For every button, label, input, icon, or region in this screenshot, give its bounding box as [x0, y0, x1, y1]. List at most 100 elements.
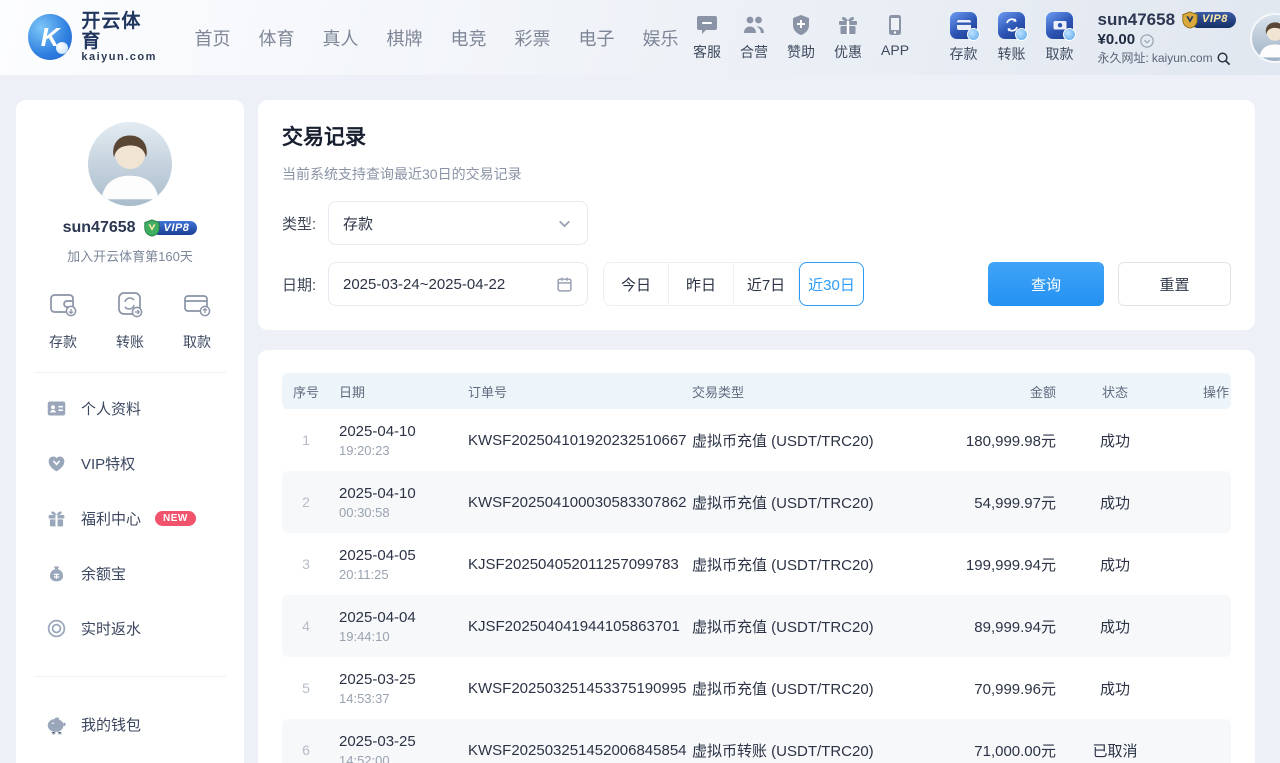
type-select[interactable]: 存款	[328, 201, 588, 245]
nav-item[interactable]: 体育	[259, 25, 295, 51]
row-transaction-type: 虚拟币转账 (USDT/TRC20)	[680, 740, 938, 761]
row-status: 成功	[1056, 678, 1174, 699]
topbar-link-APP[interactable]: APP	[877, 13, 914, 62]
promo-gift-icon	[836, 13, 860, 37]
topbar-link-赞助[interactable]: 赞助	[783, 13, 820, 62]
vip-shield-icon	[143, 219, 161, 237]
quick-date-今日[interactable]: 今日	[604, 263, 669, 305]
row-index: 6	[282, 742, 330, 758]
sidebar-item-福利中心[interactable]: 福利中心NEW	[46, 491, 214, 546]
sidebar-menu: 个人资料VIP特权福利中心NEW余额宝实时返水	[16, 373, 244, 656]
site-logo[interactable]: K 开云体育 kaiyun.com	[28, 12, 159, 63]
rebate-icon	[46, 618, 67, 639]
row-transaction-type: 虚拟币充值 (USDT/TRC20)	[680, 492, 938, 513]
row-order-number: KWSF202504100030583307862	[458, 494, 680, 511]
sidebar-action-取款[interactable]: 取款	[182, 289, 212, 352]
yuebao-icon	[46, 563, 67, 584]
nav-item[interactable]: 首页	[195, 25, 231, 51]
new-badge: NEW	[155, 511, 196, 526]
topbar-wallet-转账[interactable]: 转账	[992, 12, 1032, 64]
sidebar-action-存款[interactable]: 存款	[48, 289, 78, 352]
nav-item[interactable]: 真人	[323, 25, 359, 51]
table-row: 12025-04-1019:20:23KWSF20250410192023251…	[282, 409, 1231, 471]
user-avatar[interactable]	[1250, 13, 1280, 63]
row-transaction-type: 虚拟币充值 (USDT/TRC20)	[680, 430, 938, 451]
type-label: 类型:	[282, 213, 328, 234]
row-date: 2025-03-2514:52:00	[330, 733, 458, 763]
table-body: 12025-04-1019:20:23KWSF20250410192023251…	[282, 409, 1231, 763]
vip-shield-icon	[1181, 11, 1199, 29]
search-button[interactable]: 查询	[988, 262, 1104, 306]
nav-item[interactable]: 棋牌	[387, 25, 423, 51]
sidebar-divider	[34, 676, 226, 677]
row-amount: 199,999.94元	[938, 554, 1056, 575]
reset-button[interactable]: 重置	[1118, 262, 1231, 306]
nav-item[interactable]: 彩票	[515, 25, 551, 51]
topbar-link-客服[interactable]: 客服	[689, 13, 726, 62]
date-range-input[interactable]: 2025-03-24~2025-04-22	[328, 262, 588, 306]
filter-card: 交易记录 当前系统支持查询最近30日的交易记录 类型: 存款 日期: 2025-…	[258, 100, 1255, 330]
quick-date-group: 今日昨日近7日近30日	[603, 262, 864, 306]
sidebar-item-VIP特权[interactable]: VIP特权	[46, 436, 214, 491]
col-header-状态: 状态	[1056, 382, 1174, 401]
quick-date-近7日[interactable]: 近7日	[734, 263, 799, 305]
joined-days-text: 加入开云体育第160天	[16, 246, 244, 265]
nav-item[interactable]: 电竞	[451, 25, 487, 51]
row-transaction-type: 虚拟币充值 (USDT/TRC20)	[680, 554, 938, 575]
deposit-icon	[950, 12, 977, 39]
sidebar: sun47658 VIP8 加入开云体育第160天 存款转账取款 个人资料VIP…	[16, 100, 244, 763]
type-select-value: 存款	[343, 213, 373, 234]
col-header-订单号: 订单号	[458, 382, 680, 401]
withdraw-icon	[1046, 12, 1073, 39]
quick-date-近30日[interactable]: 近30日	[799, 262, 864, 306]
calendar-icon	[556, 276, 573, 293]
sidebar-avatar[interactable]	[88, 122, 172, 206]
row-amount: 180,999.98元	[938, 430, 1056, 451]
topbar-user-block: sun47658 VIP8 ¥0.00 永久网址: kaiyun.com	[1098, 9, 1236, 66]
username: sun47658	[1098, 9, 1176, 30]
profile-icon	[46, 398, 67, 419]
topbar-wallet-存款[interactable]: 存款	[944, 12, 984, 64]
mobile-app-icon	[883, 13, 907, 37]
sidebar-item-个人资料[interactable]: 个人资料	[46, 381, 214, 436]
welfare-icon	[46, 508, 67, 529]
deposit-outline-icon	[48, 289, 78, 324]
row-index: 5	[282, 680, 330, 696]
transfer-outline-icon	[115, 289, 145, 324]
table-row: 22025-04-1000:30:58KWSF20250410003058330…	[282, 471, 1231, 533]
row-order-number: KJSF202504041944105863701	[458, 618, 680, 635]
sidebar-item-余额宝[interactable]: 余额宝	[46, 546, 214, 601]
row-amount: 54,999.97元	[938, 492, 1056, 513]
page-body: sun47658 VIP8 加入开云体育第160天 存款转账取款 个人资料VIP…	[0, 75, 1280, 763]
logo-brand: 开云体育	[81, 12, 158, 52]
col-header-序号: 序号	[282, 382, 330, 401]
col-header-操作: 操作	[1174, 382, 1231, 401]
page-title: 交易记录	[282, 121, 1231, 151]
sidebar-quick-actions: 存款转账取款	[16, 289, 244, 352]
sidebar-item-实时返水[interactable]: 实时返水	[46, 601, 214, 656]
row-order-number: KWSF202504101920232510667	[458, 432, 680, 449]
row-date: 2025-03-2514:53:37	[330, 671, 458, 706]
logo-text: 开云体育 kaiyun.com	[81, 12, 158, 63]
records-table-card: 序号日期订单号交易类型金额状态操作 12025-04-1019:20:23KWS…	[258, 350, 1255, 763]
page-subtitle: 当前系统支持查询最近30日的交易记录	[282, 164, 1231, 184]
row-status: 成功	[1056, 430, 1174, 451]
topbar-wallet-取款[interactable]: 取款	[1040, 12, 1080, 64]
topbar-link-合营[interactable]: 合营	[736, 13, 773, 62]
nav-item[interactable]: 电子	[579, 25, 615, 51]
search-icon[interactable]	[1216, 51, 1231, 66]
balance-dropdown-icon[interactable]	[1140, 34, 1154, 48]
chevron-down-icon	[556, 215, 573, 232]
sidebar-item-我的钱包[interactable]: 我的钱包	[46, 697, 214, 752]
row-index: 2	[282, 494, 330, 510]
nav-item[interactable]: 娱乐	[643, 25, 679, 51]
sidebar-action-转账[interactable]: 转账	[115, 289, 145, 352]
vip-badge: VIP8	[1181, 11, 1236, 29]
row-order-number: KWSF202503251452006845854	[458, 742, 680, 759]
row-date: 2025-04-0419:44:10	[330, 609, 458, 644]
quick-date-昨日[interactable]: 昨日	[669, 263, 734, 305]
topbar-link-优惠[interactable]: 优惠	[830, 13, 867, 62]
perm-url-value[interactable]: kaiyun.com	[1152, 51, 1213, 66]
topbar-quick-links: 客服合营赞助优惠 APP	[679, 13, 914, 62]
perm-url-label: 永久网址:	[1098, 51, 1149, 66]
